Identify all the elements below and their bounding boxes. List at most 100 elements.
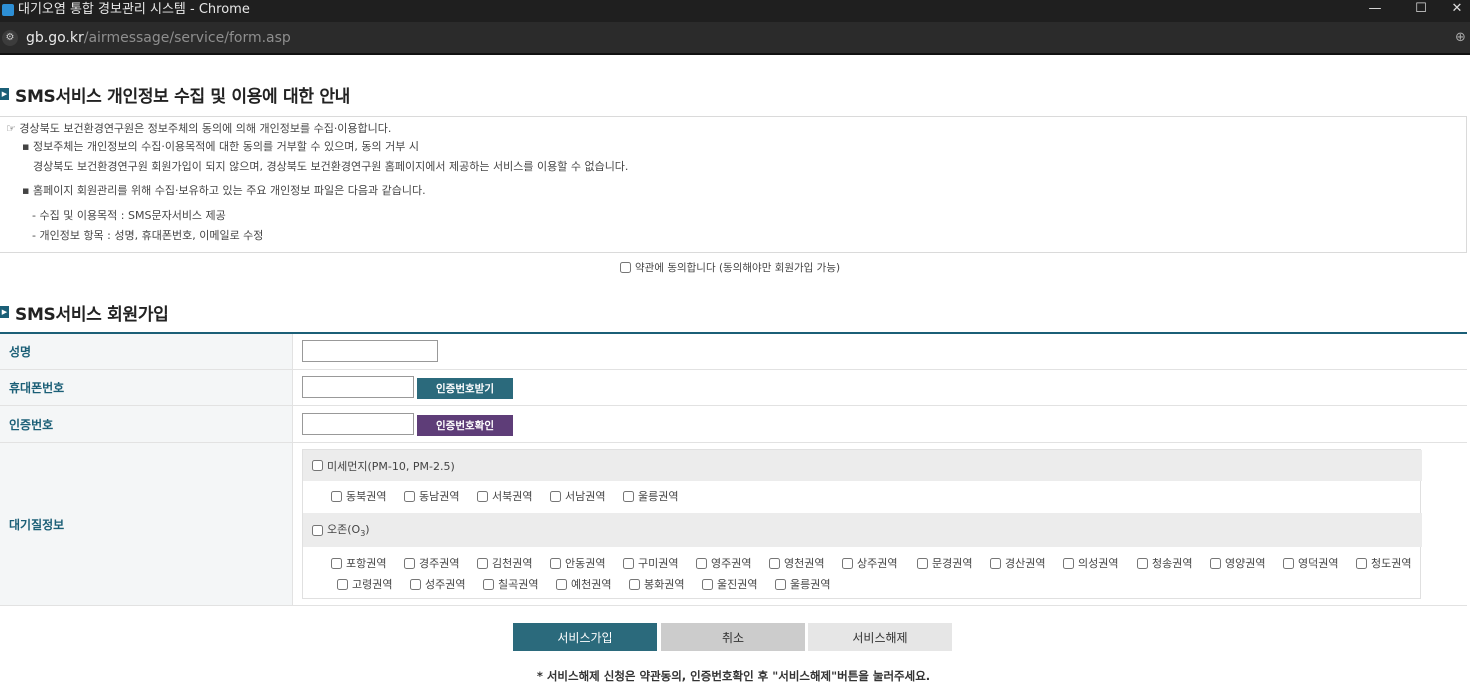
pm-region-label: 울릉권역 [638, 490, 679, 503]
zoom-icon[interactable]: ⊕ [1455, 30, 1466, 45]
pm-region-option[interactable]: 서북권역 [477, 488, 532, 504]
pm-region-label: 서남권역 [565, 490, 606, 503]
pm-region-label: 동북권역 [346, 490, 387, 503]
ozone-region-checkbox[interactable] [990, 557, 1001, 569]
minimize-icon[interactable]: — [1352, 0, 1398, 22]
ozone-region-option[interactable]: 영덕권역 [1283, 555, 1338, 571]
ozone-region-option[interactable]: 안동권역 [550, 555, 605, 571]
ozone-region-checkbox[interactable] [1063, 557, 1074, 569]
ozone-region-checkbox[interactable] [1356, 557, 1367, 569]
auth-row: 인증번호 인증번호확인 [0, 406, 1467, 443]
ozone-region-option[interactable]: 경산권역 [990, 555, 1045, 571]
ozone-region-checkbox[interactable] [917, 557, 928, 569]
air-quality-label: 대기질정보 [0, 443, 293, 605]
window-titlebar: 대기오염 통합 경보관리 시스템 - Chrome — ☐ ✕ [0, 0, 1470, 22]
pm-region-checkbox[interactable] [404, 490, 415, 502]
ozone-region-checkbox[interactable] [404, 557, 415, 569]
pm-region-checkbox[interactable] [477, 490, 488, 502]
ozone-label-close: ) [365, 523, 370, 537]
request-code-button[interactable]: 인증번호받기 [417, 378, 513, 399]
ozone-region-option[interactable]: 예천권역 [556, 576, 611, 592]
ozone-region-checkbox[interactable] [769, 557, 780, 569]
ozone-region-option[interactable]: 문경권역 [917, 555, 972, 571]
ozone-region-checkbox[interactable] [556, 578, 567, 590]
ozone-region-checkbox[interactable] [410, 578, 421, 590]
close-icon[interactable]: ✕ [1444, 0, 1470, 22]
join-button[interactable]: 서비스가입 [513, 623, 657, 651]
ozone-region-checkbox[interactable] [842, 557, 853, 569]
ozone-category-option[interactable]: 오존(O3) [312, 521, 370, 539]
ozone-region-option[interactable]: 김천권역 [477, 555, 532, 571]
ozone-region-label: 김천권역 [492, 557, 533, 570]
pm-region-checkbox[interactable] [550, 490, 561, 502]
ozone-region-checkbox[interactable] [1283, 557, 1294, 569]
ozone-region-label: 영양권역 [1225, 557, 1266, 570]
maximize-icon[interactable]: ☐ [1398, 0, 1444, 22]
ozone-region-option[interactable]: 구미권역 [623, 555, 678, 571]
pm-region-option[interactable]: 서남권역 [550, 488, 605, 504]
pm-category-option[interactable]: 미세먼지(PM-10, PM-2.5) [312, 458, 455, 474]
address-bar[interactable]: ⚙ gb.go.kr/airmessage/service/form.asp ⊕ [0, 22, 1470, 55]
name-input[interactable] [302, 340, 438, 362]
ozone-region-checkbox[interactable] [477, 557, 488, 569]
ozone-region-option[interactable]: 영주권역 [696, 555, 751, 571]
phone-input[interactable] [302, 376, 414, 398]
heading-bullet-icon: ▶ [0, 306, 9, 318]
auth-code-input[interactable] [302, 413, 414, 435]
ozone-region-checkbox[interactable] [1137, 557, 1148, 569]
unsubscribe-button[interactable]: 서비스해제 [808, 623, 952, 651]
pm-region-option[interactable]: 동북권역 [331, 488, 386, 504]
ozone-region-option[interactable]: 포항권역 [331, 555, 386, 571]
ozone-region-option[interactable]: 의성권역 [1063, 555, 1118, 571]
ozone-region-checkbox[interactable] [702, 578, 713, 590]
ozone-region-option[interactable]: 영천권역 [769, 555, 824, 571]
ozone-region-option[interactable]: 청도권역 [1356, 555, 1411, 571]
pm-region-checkbox[interactable] [623, 490, 634, 502]
ozone-region-checkbox[interactable] [623, 557, 634, 569]
ozone-region-option[interactable]: 경주권역 [404, 555, 459, 571]
pm-checkbox[interactable] [312, 460, 323, 471]
privacy-items: - 개인정보 항목 : 성명, 휴대폰번호, 이메일로 수정 [32, 229, 264, 242]
privacy-purpose: - 수집 및 이용목적 : SMS문자서비스 제공 [32, 209, 226, 222]
ozone-region-option[interactable]: 봉화권역 [629, 576, 684, 592]
ozone-region-checkbox[interactable] [629, 578, 640, 590]
ozone-region-checkbox[interactable] [483, 578, 494, 590]
ozone-region-option[interactable]: 상주권역 [842, 555, 897, 571]
ozone-region-option[interactable]: 울릉권역 [775, 576, 830, 592]
pm-region-option[interactable]: 동남권역 [404, 488, 459, 504]
pm-category: 미세먼지(PM-10, PM-2.5) [303, 450, 1422, 481]
privacy-bullet-2: ▪ 홈페이지 회원관리를 위해 수집·보유하고 있는 주요 개인정보 파일은 다… [22, 184, 426, 197]
ozone-region-option[interactable]: 울진권역 [702, 576, 757, 592]
ozone-region-checkbox[interactable] [337, 578, 348, 590]
air-quality-options: 미세먼지(PM-10, PM-2.5) 동북권역 동남권역 서북권역 서남권역 … [302, 449, 1422, 599]
ozone-region-label: 상주권역 [857, 557, 898, 570]
agree-checkbox[interactable] [620, 262, 631, 273]
ozone-region-option[interactable]: 영양권역 [1210, 555, 1265, 571]
pm-region-option[interactable]: 울릉권역 [623, 488, 678, 504]
ozone-checkbox[interactable] [312, 524, 323, 536]
ozone-region-option[interactable]: 성주권역 [410, 576, 465, 592]
signup-form: 성명 휴대폰번호 인증번호받기 인증번호 인증번호확인 대기질정보 미세먼지(P… [0, 332, 1467, 606]
signup-heading-text: SMS서비스 회원가입 [15, 304, 169, 325]
verify-code-button[interactable]: 인증번호확인 [417, 415, 513, 436]
auth-label: 인증번호 [0, 406, 293, 442]
site-info-icon[interactable]: ⚙ [2, 30, 18, 46]
ozone-region-label: 영천권역 [784, 557, 825, 570]
ozone-region-checkbox[interactable] [1210, 557, 1221, 569]
privacy-bullet-1-cont: 경상북도 보건환경연구원 회원가입이 되지 않으며, 경상북도 보건환경연구원 … [33, 160, 629, 173]
ozone-region-checkbox[interactable] [550, 557, 561, 569]
url-text[interactable]: gb.go.kr/airmessage/service/form.asp [26, 30, 291, 46]
ozone-region-option[interactable]: 청송권역 [1137, 555, 1192, 571]
unsubscribe-notice: * 서비스해제 신청은 약관동의, 인증번호확인 후 "서비스해제"버튼을 눌러… [536, 669, 931, 683]
ozone-region-checkbox[interactable] [331, 557, 342, 569]
ozone-region-label: 청송권역 [1152, 557, 1193, 570]
cancel-button[interactable]: 취소 [661, 623, 805, 651]
air-quality-row: 대기질정보 미세먼지(PM-10, PM-2.5) 동북권역 동남권역 서북권역… [0, 443, 1467, 606]
ozone-region-checkbox[interactable] [775, 578, 786, 590]
agree-terms[interactable]: 약관에 동의합니다 (동의해야만 회원가입 가능) [620, 260, 840, 275]
pm-region-checkbox[interactable] [331, 490, 342, 502]
ozone-region-option[interactable]: 고령권역 [337, 576, 392, 592]
ozone-region-checkbox[interactable] [696, 557, 707, 569]
ozone-region-option[interactable]: 칠곡권역 [483, 576, 538, 592]
agree-label: 약관에 동의합니다 (동의해야만 회원가입 가능) [635, 262, 841, 274]
